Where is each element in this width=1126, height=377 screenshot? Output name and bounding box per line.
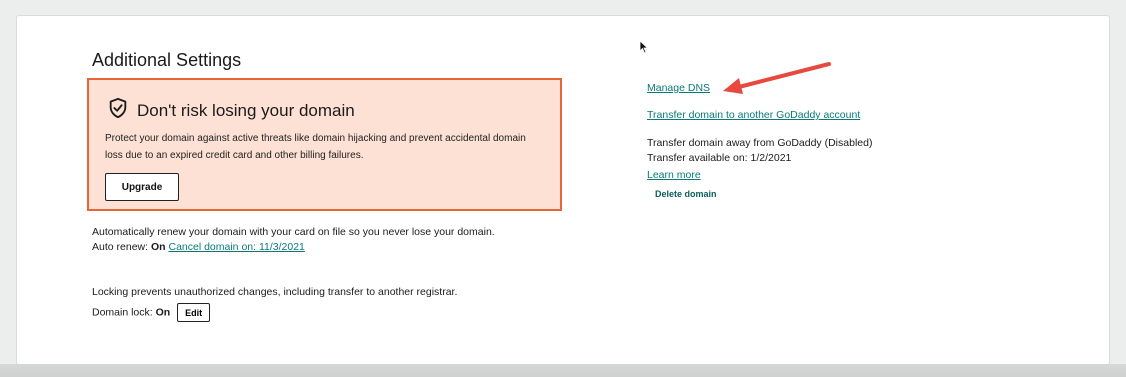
- delete-domain-button[interactable]: Delete domain: [655, 189, 717, 199]
- page-bottom-band: [0, 364, 1126, 377]
- auto-renew-status: On: [150, 241, 166, 253]
- shield-check-icon: [107, 97, 137, 124]
- cancel-domain-link[interactable]: Cancel domain on: 11/3/2021: [168, 241, 304, 253]
- transfer-away-status: Transfer domain away from GoDaddy (Disab…: [647, 137, 873, 149]
- transfer-to-account-link[interactable]: Transfer domain to another GoDaddy accou…: [647, 109, 860, 121]
- promo-header: Don't risk losing your domain: [107, 97, 355, 124]
- domain-lock-label: Domain lock:: [92, 306, 153, 319]
- promo-title: Don't risk losing your domain: [137, 100, 355, 120]
- promo-description: Protect your domain against active threa…: [105, 133, 526, 161]
- mouse-cursor-icon: [639, 40, 649, 54]
- learn-more-link[interactable]: Learn more: [647, 169, 701, 181]
- domain-lock-status: On: [155, 306, 171, 319]
- upgrade-button[interactable]: Upgrade: [105, 173, 179, 201]
- edit-lock-button[interactable]: Edit: [177, 303, 211, 322]
- domain-protection-promo: Don't risk losing your domain Protect yo…: [87, 78, 562, 211]
- auto-renew-description: Automatically renew your domain with you…: [92, 226, 495, 238]
- auto-renew-label: Auto renew:: [92, 241, 149, 253]
- domain-lock-row: Domain lock: On Edit: [92, 303, 457, 322]
- manage-dns-link[interactable]: Manage DNS: [647, 82, 710, 94]
- section-title: Additional Settings: [92, 50, 242, 70]
- transfer-away-info: Transfer domain away from GoDaddy (Disab…: [647, 136, 872, 166]
- auto-renew-section: Automatically renew your domain with you…: [92, 225, 495, 255]
- domain-lock-section: Locking prevents unauthorized changes, i…: [92, 285, 457, 322]
- settings-card: Additional Settings Don't risk losing yo…: [16, 15, 1110, 365]
- annotation-arrow-icon: [723, 62, 831, 94]
- transfer-available-date: Transfer available on: 1/2/2021: [647, 152, 792, 164]
- domain-lock-description: Locking prevents unauthorized changes, i…: [92, 286, 458, 298]
- auto-renew-row: Auto renew: On Cancel domain on: 11/3/20…: [92, 240, 495, 255]
